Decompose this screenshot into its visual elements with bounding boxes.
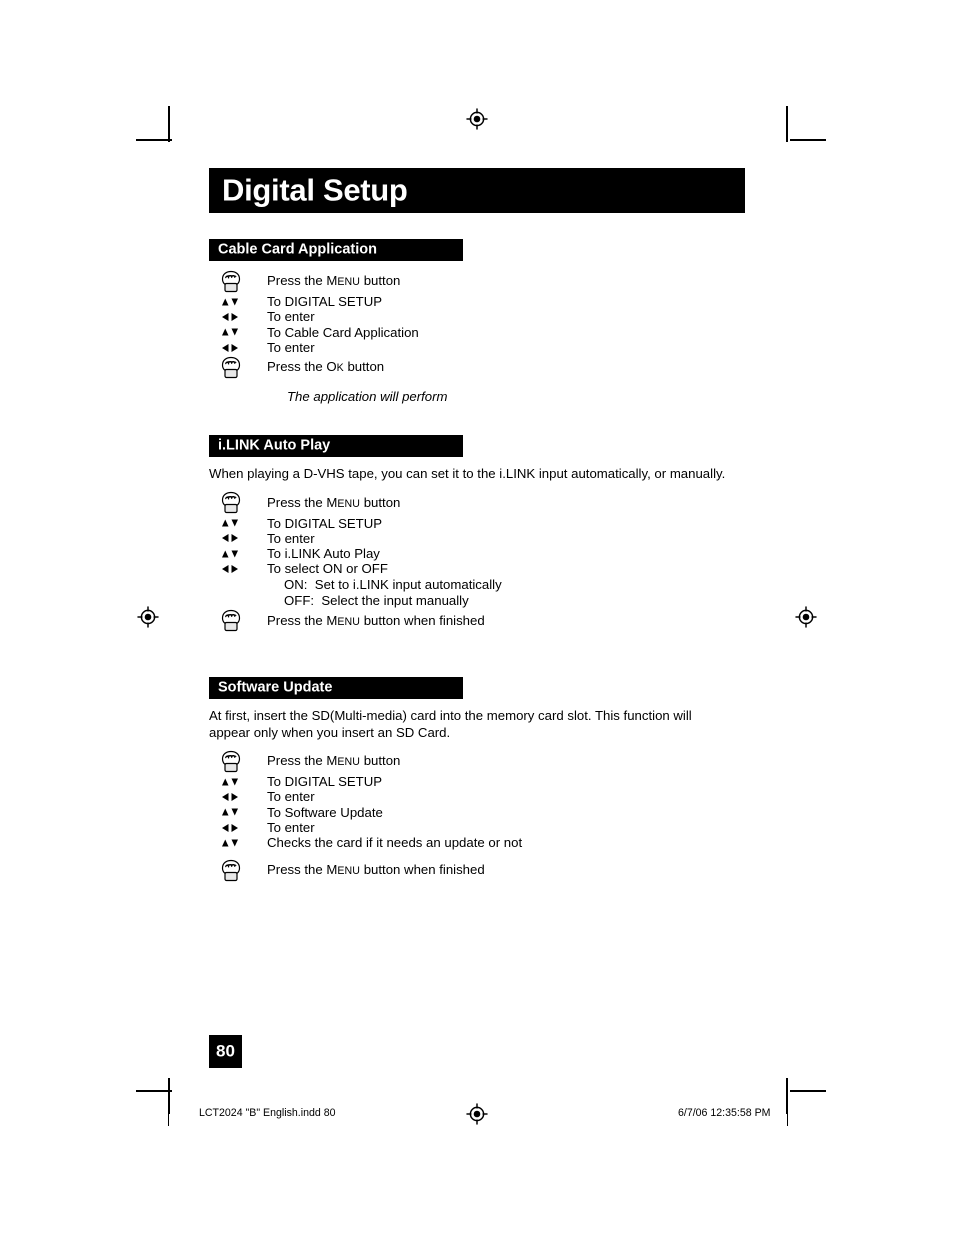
up-down-arrows-icon xyxy=(214,805,250,820)
option-line-on: ON: Set to i.LINK input automatically xyxy=(284,576,502,592)
step-to-enter-1: To enter xyxy=(209,309,909,324)
option-line-off: OFF: Select the input manually xyxy=(284,592,469,608)
left-right-arrows-icon xyxy=(214,789,250,804)
step-checks-card: Checks the card if it needs an update or… xyxy=(209,835,909,850)
footer-timestamp: 6/7/06 12:35:58 PM xyxy=(678,1107,771,1119)
section-header-label: Cable Card Application xyxy=(218,241,377,258)
section-header-label: Software Update xyxy=(218,679,333,696)
registration-target-mark-left xyxy=(137,606,159,628)
step-to-software-update: To Software Update xyxy=(209,805,909,820)
step-to-enter-2: To enter xyxy=(209,820,909,835)
step-press-menu: Press the MENU button xyxy=(209,269,909,294)
step-press-menu-finish: Press the MENU button when finished xyxy=(209,609,909,634)
section-cable-card-application: Cable Card Application Press the MENU bu… xyxy=(209,239,909,406)
crop-mark-bottom-left-horizontal xyxy=(136,1090,172,1092)
step-label: To DIGITAL SETUP xyxy=(267,294,383,309)
step-to-ilink-auto-play: To i.LINK Auto Play xyxy=(209,546,909,561)
hand-press-icon xyxy=(214,749,250,774)
up-down-arrows-icon xyxy=(214,835,250,850)
step-label: Press the MENU button xyxy=(267,753,401,768)
registration-target-mark-bottom xyxy=(466,1103,488,1125)
step-to-enter-1: To enter xyxy=(209,789,909,804)
up-down-arrows-icon xyxy=(214,516,250,531)
step-to-digital-setup: To DIGITAL SETUP xyxy=(209,774,909,789)
step-label: Press the OK button xyxy=(267,359,385,375)
step-press-menu: Press the MENU button xyxy=(209,491,909,516)
hand-press-icon xyxy=(214,491,250,516)
step-label: To Cable Card Application xyxy=(267,324,419,340)
step-to-digital-setup: To DIGITAL SETUP xyxy=(209,294,909,309)
step-label: To Software Update xyxy=(267,804,383,820)
left-right-arrows-icon xyxy=(214,531,250,546)
section-note: The application will perform xyxy=(287,389,448,405)
step-label: Checks the card if it needs an update or… xyxy=(267,835,523,851)
left-right-arrows-icon xyxy=(214,309,250,324)
left-right-arrows-icon xyxy=(214,340,250,355)
step-label: To enter xyxy=(267,789,315,805)
section-intro-software-update: At first, insert the SD(Multi-media) car… xyxy=(209,708,692,740)
page-number: 80 xyxy=(216,1041,235,1061)
step-select-on-or-off: To select ON or OFF xyxy=(209,561,909,576)
step-to-enter-2: To enter xyxy=(209,340,909,355)
page-title-banner: Digital Setup xyxy=(209,168,745,213)
step-to-digital-setup: To DIGITAL SETUP xyxy=(209,516,909,531)
crop-mark-bottom-right-horizontal xyxy=(790,1090,826,1092)
section-ilink-auto-play: i.LINK Auto Play When playing a D-VHS ta… xyxy=(209,435,909,634)
hand-press-icon xyxy=(214,355,250,380)
step-label: To enter xyxy=(267,309,315,325)
up-down-arrows-icon xyxy=(214,546,250,561)
registration-target-mark-top xyxy=(466,108,488,130)
section-header-cable-card-application: Cable Card Application xyxy=(209,239,463,261)
steps-list-ilink-auto-play: Press the MENU button To DIGITAL SETUP T… xyxy=(209,491,909,634)
crop-mark-top-left-vertical xyxy=(168,106,170,142)
step-label: To enter xyxy=(267,339,315,355)
left-right-arrows-icon xyxy=(214,561,250,576)
footer-filename: LCT2024 "B" English.indd 80 xyxy=(199,1107,336,1119)
step-label: To DIGITAL SETUP xyxy=(267,515,383,531)
section-intro-ilink: When playing a D-VHS tape, you can set i… xyxy=(209,466,726,481)
step-label: Press the MENU button xyxy=(267,494,401,510)
step-to-cable-card-application: To Cable Card Application xyxy=(209,325,909,340)
step-label: To select ON or OFF xyxy=(267,561,388,577)
up-down-arrows-icon xyxy=(214,774,250,789)
step-label: Press the MENU button xyxy=(267,273,401,288)
step-label: To enter xyxy=(267,819,315,835)
section-header-software-update: Software Update xyxy=(209,677,463,699)
crop-mark-top-right-vertical xyxy=(786,106,788,142)
crop-mark-top-left-horizontal xyxy=(136,139,172,141)
left-right-arrows-icon xyxy=(214,820,250,835)
footer-rule-right xyxy=(787,1098,788,1126)
step-label: To DIGITAL SETUP xyxy=(267,774,383,789)
section-software-update: Software Update At first, insert the SD(… xyxy=(209,677,909,883)
step-to-enter-1: To enter xyxy=(209,531,909,546)
hand-press-icon xyxy=(214,858,250,883)
step-label: Press the MENU button when finished xyxy=(267,612,485,628)
page-title: Digital Setup xyxy=(222,171,408,207)
steps-list-cable-card-application: Press the MENU button To DIGITAL SETUP T… xyxy=(209,269,909,406)
page-number-badge: 80 xyxy=(209,1035,242,1068)
up-down-arrows-icon xyxy=(214,325,250,340)
step-label: Press the MENU button when finished xyxy=(267,862,485,878)
hand-press-icon xyxy=(214,269,250,294)
crop-mark-top-right-horizontal xyxy=(790,139,826,141)
section-header-label: i.LINK Auto Play xyxy=(218,437,331,454)
step-label: To enter xyxy=(267,530,315,546)
hand-press-icon xyxy=(214,609,250,634)
step-press-ok: Press the OK button xyxy=(209,355,909,380)
footer-rule-left xyxy=(168,1098,169,1126)
up-down-arrows-icon xyxy=(214,294,250,309)
manual-page: Digital Setup Cable Card Application Pre… xyxy=(0,0,954,1235)
step-press-menu-finish: Press the MENU button when finished xyxy=(209,858,909,883)
section-header-ilink-auto-play: i.LINK Auto Play xyxy=(209,435,463,457)
steps-list-software-update: Press the MENU button To DIGITAL SETUP T… xyxy=(209,749,909,883)
step-press-menu: Press the MENU button xyxy=(209,749,909,774)
step-label: To i.LINK Auto Play xyxy=(267,546,380,562)
